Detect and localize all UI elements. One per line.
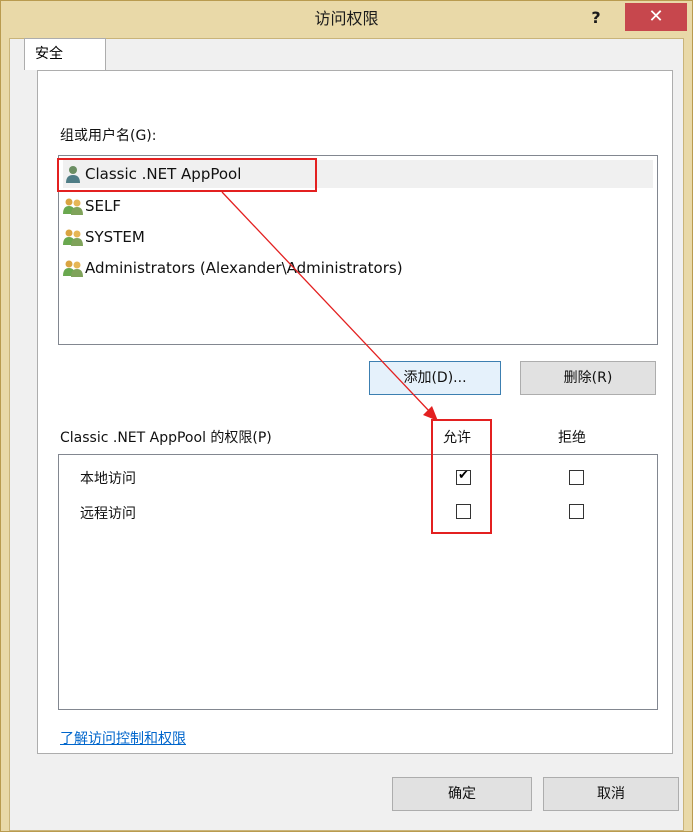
annotation-arrow <box>221 191 438 421</box>
tab-security[interactable]: 安全 <box>24 38 106 70</box>
